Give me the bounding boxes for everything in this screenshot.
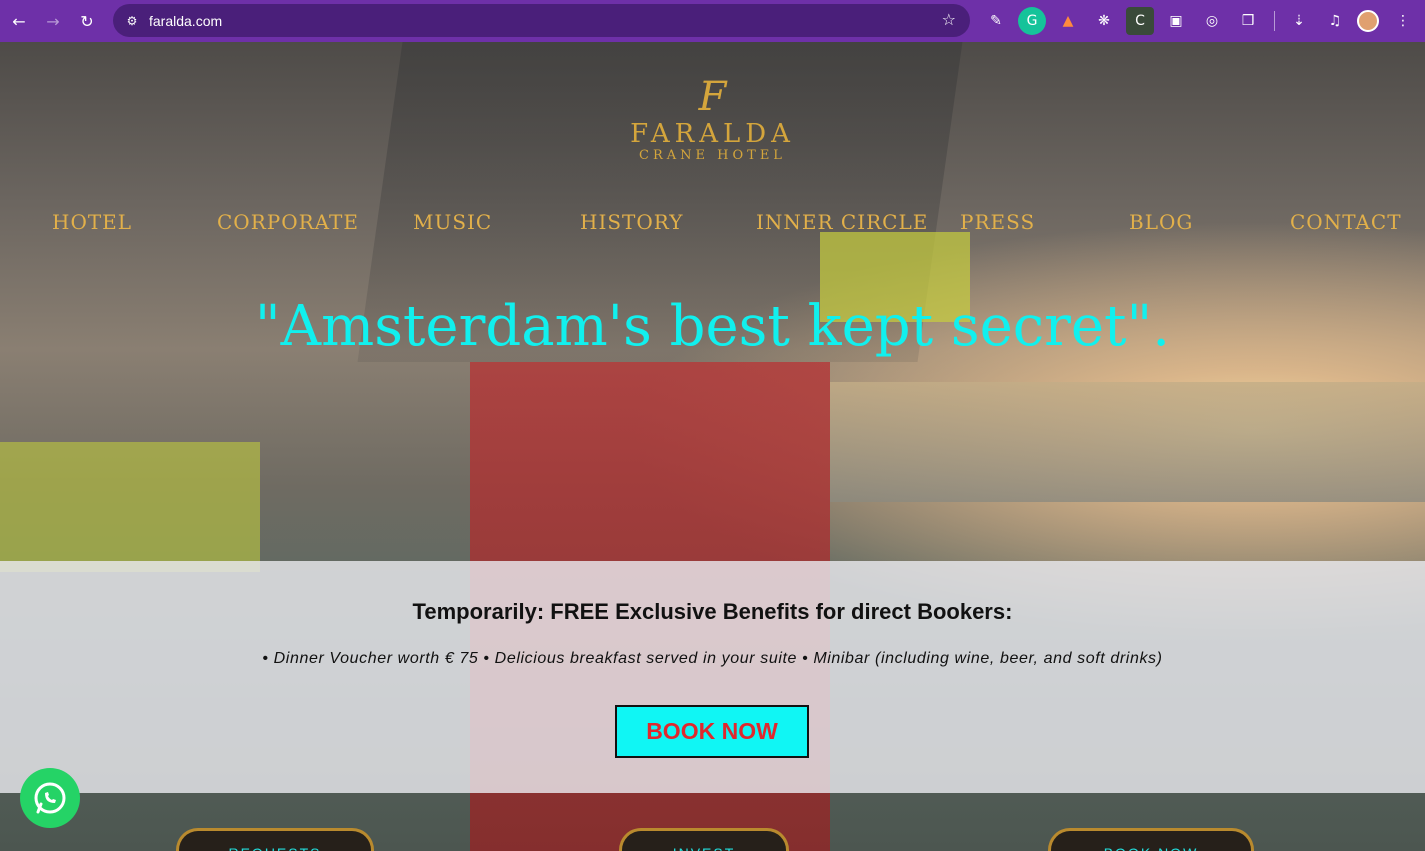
eyedropper-icon[interactable]: ✎ — [982, 7, 1010, 35]
hero-section: F FARALDA CRANE HOTEL HOTEL CORPORATE MU… — [0, 42, 1425, 851]
back-arrow-icon[interactable]: ← — [4, 6, 34, 36]
promo-banner: Temporarily: FREE Exclusive Benefits for… — [0, 561, 1425, 793]
bookmark-star-icon[interactable]: ☆ — [942, 10, 956, 29]
profile-avatar[interactable] — [1357, 10, 1379, 32]
logo-mark: F — [698, 74, 727, 120]
grammarly-icon[interactable]: G — [1018, 7, 1046, 35]
reload-icon[interactable]: ↻ — [72, 6, 102, 36]
bottom-book-now-button[interactable]: BOOK NOW — [1048, 828, 1254, 851]
nav-corporate[interactable]: CORPORATE — [217, 210, 359, 234]
site-logo[interactable]: F FARALDA CRANE HOTEL — [630, 74, 795, 164]
invest-button[interactable]: INVEST — [619, 828, 789, 851]
harbor-image — [830, 382, 1425, 502]
puzzle-icon[interactable]: ❒ — [1234, 7, 1262, 35]
requests-button[interactable]: REQUESTS — [176, 828, 374, 851]
download-icon[interactable]: ⇣ — [1285, 7, 1313, 35]
screen-record-icon[interactable]: ▣ — [1162, 7, 1190, 35]
hero-tagline: "Amsterdam's best kept secret". — [254, 294, 1171, 359]
menu-kebab-icon[interactable]: ⋮ — [1389, 7, 1417, 35]
react-icon[interactable]: ❋ — [1090, 7, 1118, 35]
logo-subtitle: CRANE HOTEL — [639, 148, 786, 163]
forward-arrow-icon[interactable]: → — [38, 6, 68, 36]
address-bar[interactable]: ⚙ faralda.com ☆ — [113, 4, 970, 37]
extensions-bar: ✎ G ▲ ❋ C ▣ ◎ ❒ ⇣ ♫ ⋮ — [982, 7, 1417, 35]
crane-arm-image — [0, 442, 260, 572]
toolbar-separator — [1274, 11, 1275, 31]
nav-hotel[interactable]: HOTEL — [52, 210, 132, 234]
whatsapp-icon — [34, 782, 66, 814]
nav-history[interactable]: HISTORY — [580, 210, 683, 234]
extension-target-icon[interactable]: ◎ — [1198, 7, 1226, 35]
url-text[interactable]: faralda.com — [149, 13, 222, 29]
nav-blog[interactable]: BLOG — [1129, 210, 1193, 234]
main-nav: HOTEL CORPORATE MUSIC HISTORY INNER CIRC… — [0, 210, 1425, 244]
extension-flame-icon[interactable]: ▲ — [1054, 7, 1082, 35]
browser-toolbar: ← → ↻ ⚙ faralda.com ☆ ✎ G ▲ ❋ C ▣ ◎ ❒ ⇣ … — [0, 0, 1425, 42]
nav-contact[interactable]: CONTACT — [1290, 210, 1402, 234]
media-queue-icon[interactable]: ♫ — [1321, 7, 1349, 35]
extension-c-icon[interactable]: C — [1126, 7, 1154, 35]
promo-benefits: • Dinner Voucher worth € 75 • Delicious … — [262, 650, 1163, 667]
promo-title: Temporarily: FREE Exclusive Benefits for… — [412, 599, 1013, 624]
nav-press[interactable]: PRESS — [960, 210, 1035, 234]
site-info-icon[interactable]: ⚙ — [121, 10, 143, 32]
whatsapp-chat-button[interactable] — [20, 768, 80, 828]
logo-name: FARALDA — [630, 119, 795, 149]
book-now-button[interactable]: BOOK NOW — [615, 705, 809, 758]
nav-inner-circle[interactable]: INNER CIRCLE — [756, 210, 928, 234]
nav-music[interactable]: MUSIC — [413, 210, 492, 234]
